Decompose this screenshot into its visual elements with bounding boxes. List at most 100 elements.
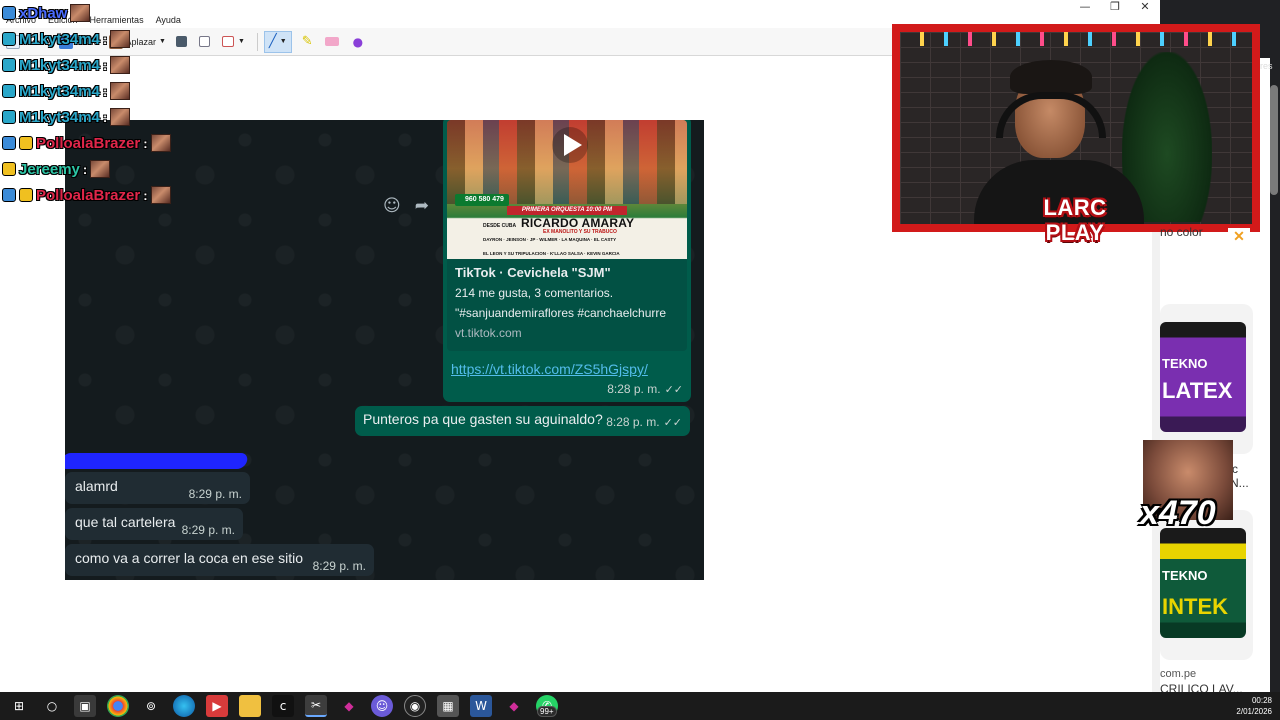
incoming-message[interactable]: como va a correr la coca en ese sitio 8:… bbox=[65, 544, 374, 576]
calculator-icon[interactable]: ▦ bbox=[437, 695, 459, 717]
copy-icon[interactable] bbox=[198, 36, 210, 47]
google-logo-fragment: ✕ bbox=[1228, 228, 1250, 250]
sub-badge-icon bbox=[2, 188, 16, 202]
paint3d-icon[interactable]: ● bbox=[353, 35, 363, 49]
message-text: como va a correr la coca en ese sitio bbox=[75, 550, 303, 566]
poster-band: PRIMERA ORQUESTA 10:00 PM bbox=[507, 206, 627, 215]
notification-badge: 99+ bbox=[537, 706, 557, 717]
chat-message: M1kyt34m4 : bbox=[2, 26, 171, 52]
emote-icon bbox=[150, 134, 171, 152]
capcut-icon[interactable]: ᴄ bbox=[272, 695, 294, 717]
poster-origin: DESDE CUBA bbox=[483, 223, 517, 229]
onenote2-icon[interactable]: ◆ bbox=[503, 695, 525, 717]
chat-message: xDhaw bbox=[2, 0, 171, 26]
link-preview-stats: 214 me gusta, 3 comentarios. bbox=[455, 286, 614, 300]
browser-domain-text: com.pe bbox=[1160, 668, 1197, 680]
store-icon[interactable]: ▣ bbox=[74, 695, 96, 717]
poster-subtitle: EX MANOLITO Y SU TRABUCO bbox=[543, 229, 617, 235]
subscriber-badge-icon bbox=[2, 84, 16, 98]
tiktok-thumbnail[interactable]: 960 580 479 PRIMERA ORQUESTA 10:00 PM DE… bbox=[447, 120, 687, 259]
snipping-tool-icon[interactable]: ✂ bbox=[305, 695, 327, 717]
incoming-message[interactable]: alamrd 8:29 p. m. bbox=[65, 472, 250, 504]
minimize-button[interactable]: — bbox=[1070, 0, 1100, 14]
system-clock[interactable]: 00:28 2/01/2026 bbox=[1236, 695, 1272, 717]
emoji-reaction-icon[interactable]: ☺ bbox=[383, 196, 401, 216]
incoming-message[interactable]: que tal cartelera 8:29 p. m. bbox=[65, 508, 243, 540]
send-chevron-icon[interactable]: ▼ bbox=[238, 38, 245, 45]
crown-badge-icon bbox=[19, 188, 33, 202]
file-explorer-icon[interactable] bbox=[239, 695, 261, 717]
chat-username: PolloalaBrazer bbox=[36, 134, 141, 152]
subscriber-badge-icon bbox=[2, 58, 16, 72]
highlighter-icon[interactable]: ✎ bbox=[302, 34, 313, 49]
product-card-latex[interactable]: TEKNO LATEX bbox=[1160, 304, 1253, 454]
chat-username: Jereemy bbox=[19, 160, 80, 178]
toolbar-separator bbox=[256, 32, 258, 51]
message-actions: ☺ ➦ bbox=[383, 196, 429, 216]
chrome-icon[interactable] bbox=[107, 695, 129, 717]
emote-icon bbox=[110, 108, 131, 126]
browser-scrollbar-thumb[interactable] bbox=[1270, 85, 1278, 195]
emote-multiplier: x470 bbox=[1140, 494, 1216, 532]
close-button[interactable]: ✕ bbox=[1130, 0, 1160, 14]
chat-colon: : bbox=[143, 187, 148, 203]
save-icon[interactable] bbox=[175, 36, 187, 47]
play-icon[interactable] bbox=[551, 126, 589, 164]
crown-badge-icon bbox=[2, 162, 16, 176]
chat-colon: : bbox=[102, 31, 108, 47]
logo-line-1: LARC bbox=[1043, 195, 1107, 220]
restore-button[interactable]: ❐ bbox=[1100, 0, 1130, 14]
eraser-icon[interactable] bbox=[324, 37, 339, 46]
outgoing-message[interactable]: Punteros pa que gasten su aguinaldo? 8:2… bbox=[355, 406, 690, 436]
logo-line-2: PLAY bbox=[1045, 220, 1105, 245]
read-ticks-icon: ✓✓ bbox=[664, 383, 683, 396]
message-text: que tal cartelera bbox=[75, 514, 176, 530]
outgoing-link-message[interactable]: 960 580 479 PRIMERA ORQUESTA 10:00 PM DE… bbox=[443, 120, 691, 402]
clock-time: 00:28 bbox=[1251, 696, 1272, 705]
emote-icon bbox=[90, 160, 111, 178]
clock-date: 2/01/2026 bbox=[1236, 707, 1272, 716]
streamlabs-icon[interactable]: ▶ bbox=[206, 695, 228, 717]
chat-username: M1kyt34m4 bbox=[19, 56, 100, 74]
poster-lineup: DAYRON · JEINSON · JP · WILMER · LA MAQU… bbox=[483, 237, 617, 242]
subscriber-badge-icon bbox=[2, 32, 16, 46]
forward-icon[interactable]: ➦ bbox=[415, 196, 429, 216]
chat-message: M1kyt34m4 : bbox=[2, 78, 171, 104]
crown-badge-icon bbox=[19, 136, 33, 150]
message-time-text: 8:28 p. m. bbox=[607, 382, 661, 396]
search-icon[interactable]: ○ bbox=[41, 695, 63, 717]
message-time: 8:28 p. m. ✓✓ bbox=[606, 415, 682, 429]
sub-badge-icon bbox=[2, 136, 16, 150]
pen-button[interactable]: ╱ ▼ bbox=[263, 30, 292, 53]
paint-bucket-latex bbox=[1160, 322, 1246, 432]
poster-lineup-secondary: EL LEON Y SU TRIPULACION · K'LLAO SALSA … bbox=[483, 251, 620, 256]
chat-username: xDhaw bbox=[19, 4, 68, 22]
message-time: 8:28 p. m. ✓✓ bbox=[607, 382, 683, 396]
link-preview-meta: TikTok · Cevichela "SJM" 214 me gusta, 3… bbox=[447, 259, 687, 351]
onenote-icon[interactable]: ◆ bbox=[338, 695, 360, 717]
stream-chat-overlay: xDhaw M1kyt34m4 : M1kyt34m4 : M1kyt34m4 … bbox=[2, 0, 171, 208]
redacted-contact-name bbox=[65, 453, 249, 469]
christmas-lights bbox=[900, 32, 1252, 46]
chat-colon: : bbox=[102, 109, 108, 125]
poster-headline: RICARDO AMARAY bbox=[521, 216, 635, 230]
tiktok-link[interactable]: https://vt.tiktok.com/ZS5hGjspy/ bbox=[451, 361, 687, 377]
chat-message: PolloalaBrazer : bbox=[2, 130, 171, 156]
game-bar-icon[interactable]: ⊚ bbox=[140, 695, 162, 717]
word-icon[interactable]: W bbox=[470, 695, 492, 717]
chat-message: PolloalaBrazer : bbox=[2, 182, 171, 208]
discord-icon[interactable]: ☺ bbox=[371, 695, 393, 717]
obs-icon[interactable]: ◉ bbox=[404, 695, 426, 717]
edge-icon[interactable] bbox=[173, 695, 195, 717]
message-time: 8:29 p. m. bbox=[181, 523, 235, 537]
send-icon[interactable] bbox=[221, 36, 234, 47]
emote-icon bbox=[70, 4, 91, 22]
windows-taskbar: ⊞ ○ ▣ ⊚ ▶ ᴄ ✂ ◆ ☺ ◉ ▦ W ◆ ✆ 00:28 2/01/2… bbox=[0, 692, 1280, 720]
emote-icon bbox=[110, 30, 131, 48]
start-icon[interactable]: ⊞ bbox=[8, 695, 30, 717]
chat-message: Jereemy : bbox=[2, 156, 171, 182]
message-time-text: 8:28 p. m. bbox=[606, 415, 660, 429]
chat-username: M1kyt34m4 bbox=[19, 82, 100, 100]
message-time: 8:29 p. m. bbox=[188, 487, 242, 501]
chat-colon: : bbox=[143, 135, 148, 151]
